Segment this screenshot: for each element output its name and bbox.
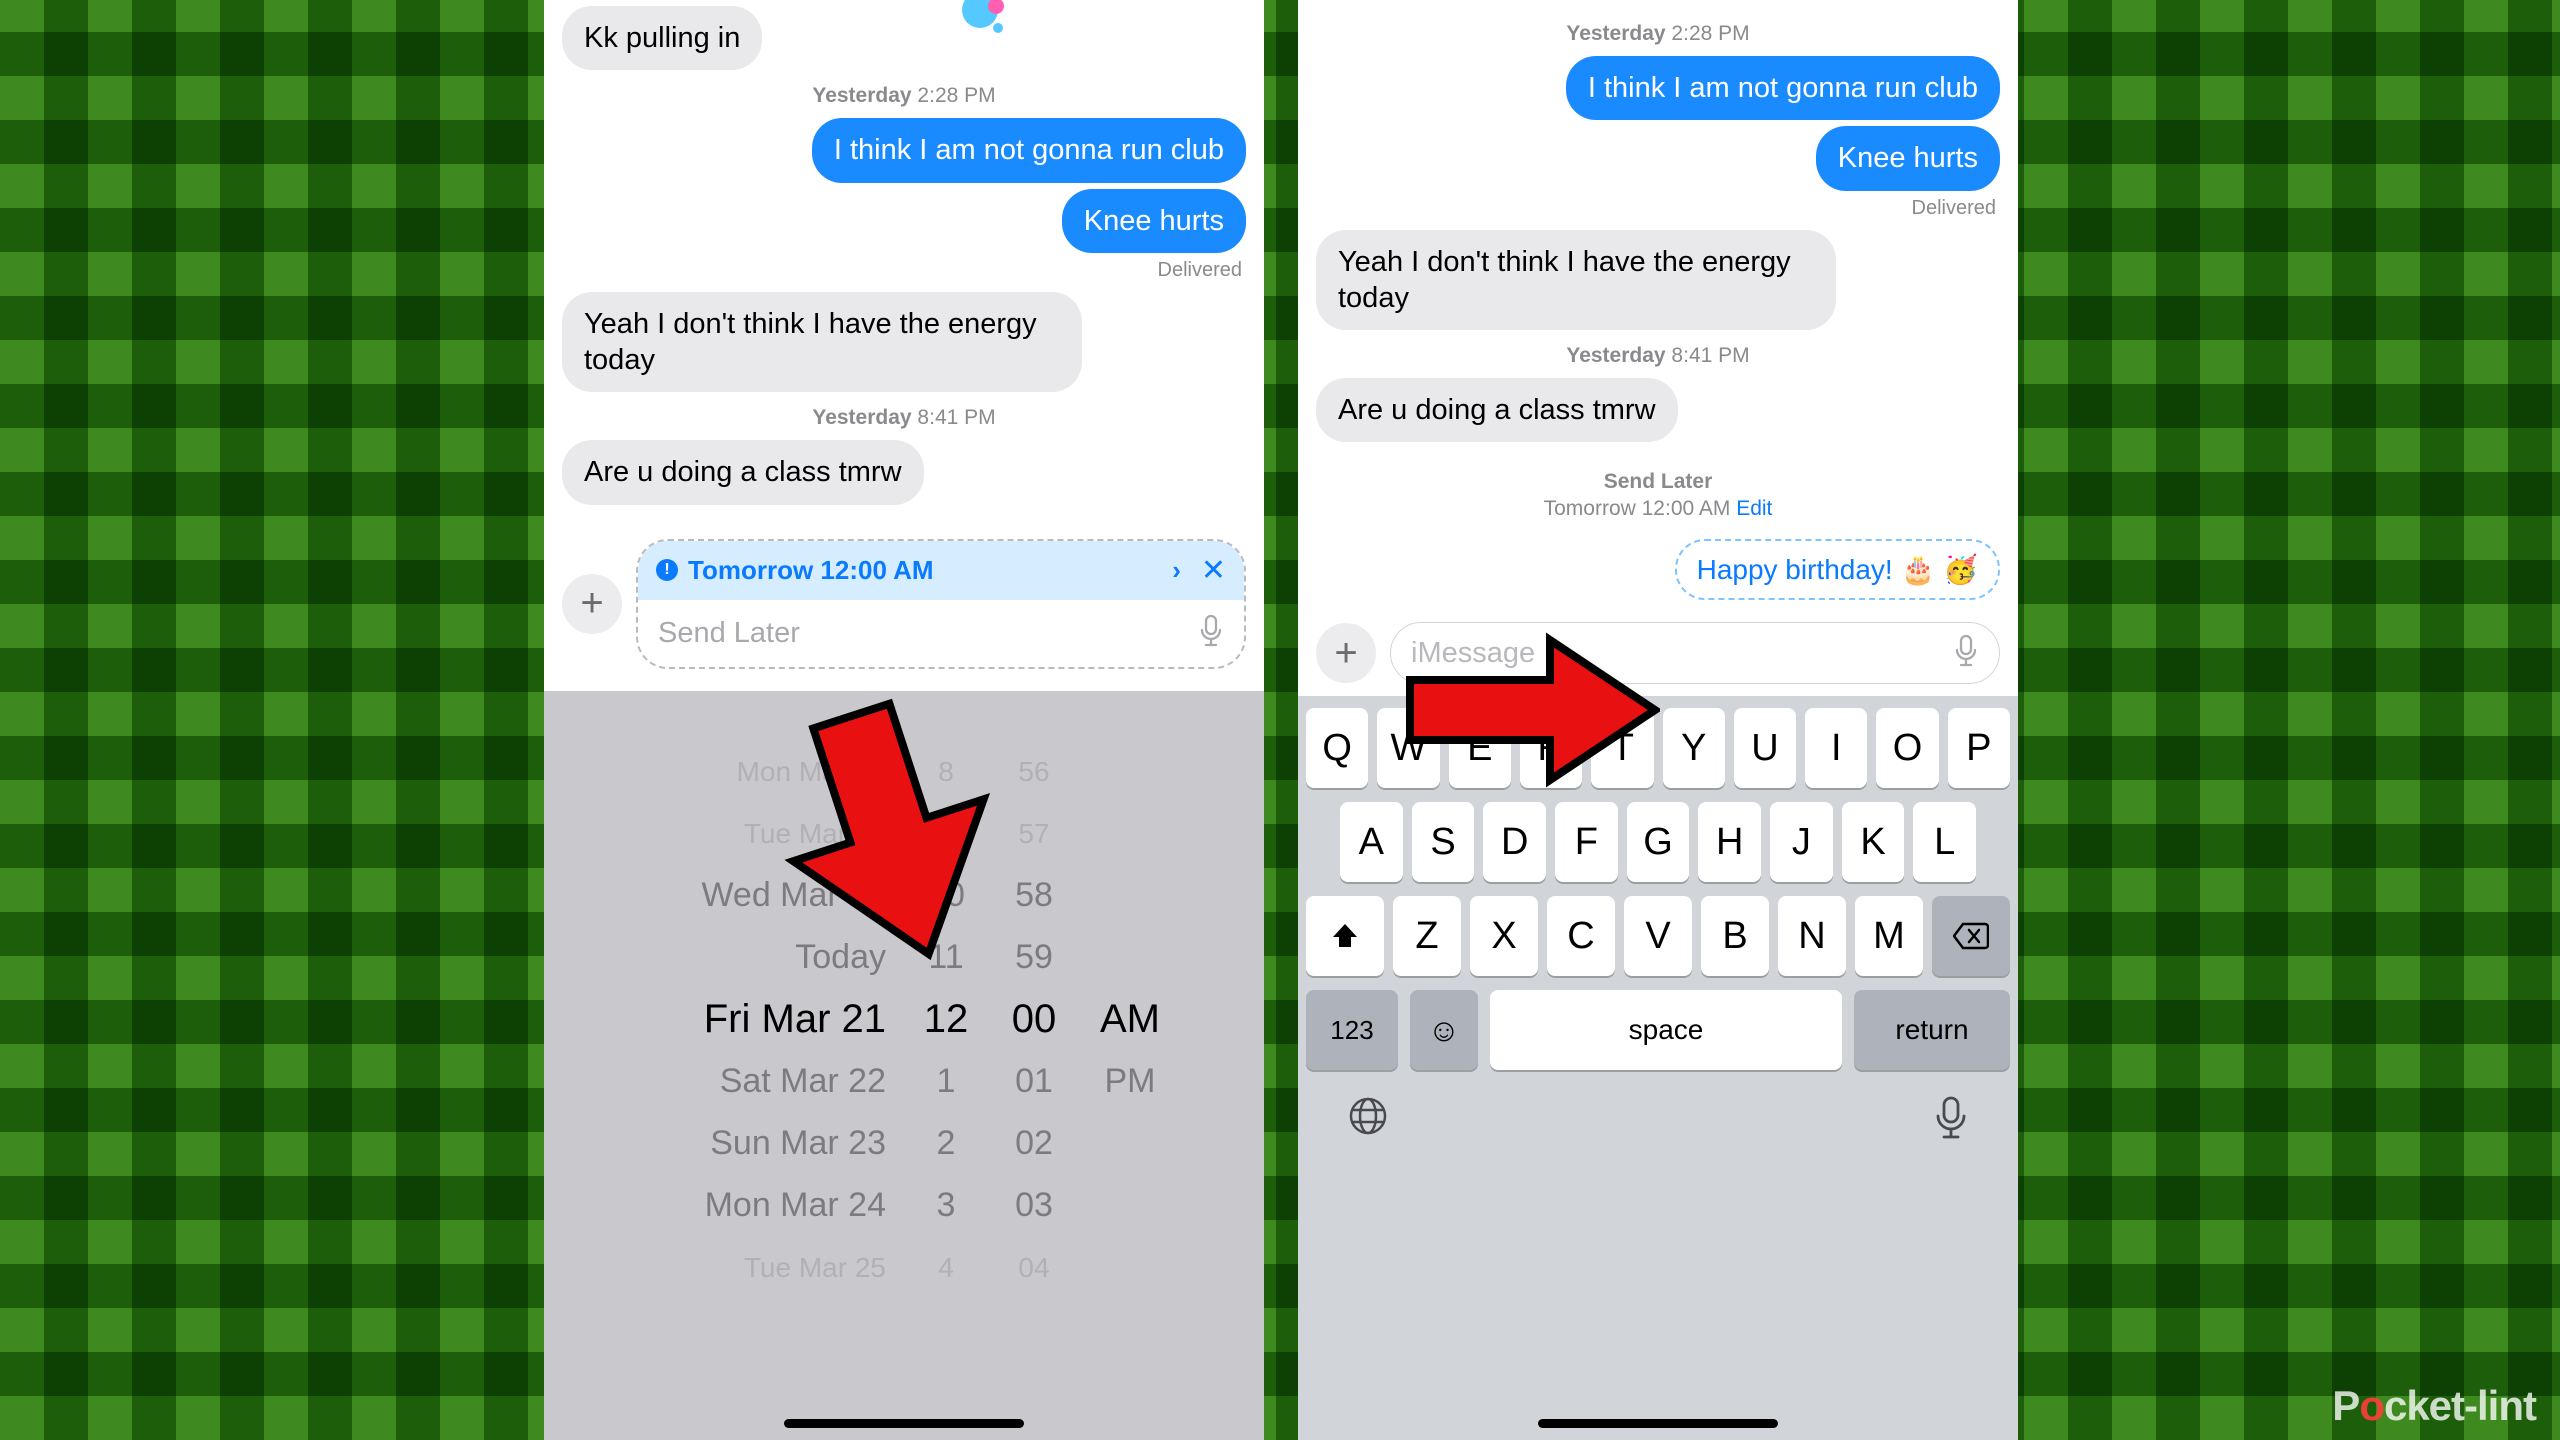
close-icon[interactable]: ✕ — [1201, 553, 1226, 588]
key-p[interactable]: P — [1948, 708, 2010, 788]
picker-row[interactable]: Sat Mar 22101PM — [544, 1051, 1264, 1113]
send-later-title: Send Later — [1298, 470, 2018, 494]
key-z[interactable]: Z — [1393, 896, 1461, 976]
key-u[interactable]: U — [1734, 708, 1796, 788]
timestamp: Yesterday 2:28 PM — [1316, 22, 2000, 46]
key-l[interactable]: L — [1913, 802, 1976, 882]
phone-left: Kk pulling in Yesterday 2:28 PM I think … — [544, 0, 1264, 1440]
picker-row[interactable]: Tue Mar 18957 — [544, 803, 1264, 865]
delivered-label: Delivered — [1316, 197, 1996, 220]
dictate-icon[interactable] — [1932, 1094, 1970, 1152]
message-recv: Yeah I don't think I have the energy tod… — [1316, 230, 1836, 331]
key-b[interactable]: B — [1701, 896, 1769, 976]
edit-link[interactable]: Edit — [1736, 497, 1772, 520]
key-y[interactable]: Y — [1663, 708, 1725, 788]
watermark: Pocket-lint — [2332, 1382, 2536, 1430]
key-delete[interactable] — [1932, 896, 2010, 976]
key-m[interactable]: M — [1855, 896, 1923, 976]
placeholder-text: Send Later — [658, 617, 1198, 650]
message-sent: I think I am not gonna run club — [812, 118, 1246, 182]
phone-right: Yesterday 2:28 PM I think I am not gonna… — [1298, 0, 2018, 1440]
message-recv: Are u doing a class tmrw — [562, 440, 924, 504]
key-k[interactable]: K — [1842, 802, 1905, 882]
key-w[interactable]: W — [1377, 708, 1439, 788]
key-i[interactable]: I — [1805, 708, 1867, 788]
key-v[interactable]: V — [1624, 896, 1692, 976]
send-later-input[interactable]: Send Later — [638, 600, 1244, 667]
picker-row[interactable]: Tue Mar 25404 — [544, 1237, 1264, 1299]
microphone-icon[interactable] — [1198, 614, 1224, 653]
picker-row[interactable]: Today1159 — [544, 927, 1264, 989]
picker-row[interactable]: Wed Mar 191058 — [544, 865, 1264, 927]
key-space[interactable]: space — [1490, 990, 1842, 1070]
timestamp: Yesterday 8:41 PM — [562, 406, 1246, 430]
key-123[interactable]: 123 — [1306, 990, 1398, 1070]
add-button[interactable]: + — [562, 574, 622, 634]
schedule-banner[interactable]: ! Tomorrow 12:00 AM › ✕ — [638, 541, 1244, 600]
key-q[interactable]: Q — [1306, 708, 1368, 788]
send-later-time: Tomorrow 12:00 AM — [1544, 497, 1731, 520]
key-emoji[interactable]: ☺ — [1410, 990, 1478, 1070]
message-sent: Knee hurts — [1062, 189, 1246, 253]
placeholder-text: iMessage — [1411, 637, 1953, 670]
compose-input[interactable]: iMessage — [1390, 622, 2000, 684]
message-recv: Yeah I don't think I have the energy tod… — [562, 292, 1082, 393]
message-recv: Are u doing a class tmrw — [1316, 378, 1678, 442]
datetime-picker[interactable]: Mon Mar 17856Tue Mar 18957Wed Mar 191058… — [544, 691, 1264, 1440]
key-g[interactable]: G — [1627, 802, 1690, 882]
key-s[interactable]: S — [1412, 802, 1475, 882]
key-c[interactable]: C — [1547, 896, 1615, 976]
key-f[interactable]: F — [1555, 802, 1618, 882]
key-t[interactable]: T — [1591, 708, 1653, 788]
picker-row[interactable]: Sun Mar 23202 — [544, 1113, 1264, 1175]
timestamp: Yesterday 2:28 PM — [562, 84, 1246, 108]
add-button[interactable]: + — [1316, 623, 1376, 683]
key-x[interactable]: X — [1470, 896, 1538, 976]
scheduled-message-bubble[interactable]: Happy birthday! 🎂 🥳 — [1675, 539, 2000, 600]
key-e[interactable]: E — [1449, 708, 1511, 788]
schedule-time-label[interactable]: Tomorrow 12:00 AM — [688, 555, 1162, 586]
home-indicator[interactable] — [784, 1419, 1024, 1428]
key-shift[interactable] — [1306, 896, 1384, 976]
send-later-box: ! Tomorrow 12:00 AM › ✕ Send Later — [636, 539, 1246, 669]
keyboard[interactable]: QWERTYUIOP ASDFGHJKL ZXCVBNM 123 ☺ space… — [1298, 696, 2018, 1440]
picker-row[interactable]: Mon Mar 24303 — [544, 1175, 1264, 1237]
key-r[interactable]: R — [1520, 708, 1582, 788]
delivered-label: Delivered — [562, 259, 1242, 282]
timestamp: Yesterday 8:41 PM — [1316, 344, 2000, 368]
message-recv: Kk pulling in — [562, 6, 762, 70]
key-j[interactable]: J — [1770, 802, 1833, 882]
clock-icon: ! — [656, 559, 678, 581]
send-later-header: Send Later Tomorrow 12:00 AM Edit — [1298, 470, 2018, 521]
key-return[interactable]: return — [1854, 990, 2010, 1070]
reaction-effect-icon — [954, 0, 1014, 40]
picker-row[interactable]: Fri Mar 211200AM — [544, 989, 1264, 1051]
key-o[interactable]: O — [1876, 708, 1938, 788]
message-sent: Knee hurts — [1816, 126, 2000, 190]
key-n[interactable]: N — [1778, 896, 1846, 976]
key-a[interactable]: A — [1340, 802, 1403, 882]
chevron-right-icon: › — [1172, 555, 1181, 586]
microphone-icon[interactable] — [1953, 634, 1979, 673]
key-d[interactable]: D — [1483, 802, 1546, 882]
picker-row[interactable]: Mon Mar 17856 — [544, 741, 1264, 803]
home-indicator[interactable] — [1538, 1419, 1778, 1428]
key-h[interactable]: H — [1698, 802, 1761, 882]
message-sent: I think I am not gonna run club — [1566, 56, 2000, 120]
globe-icon[interactable] — [1346, 1094, 1390, 1152]
